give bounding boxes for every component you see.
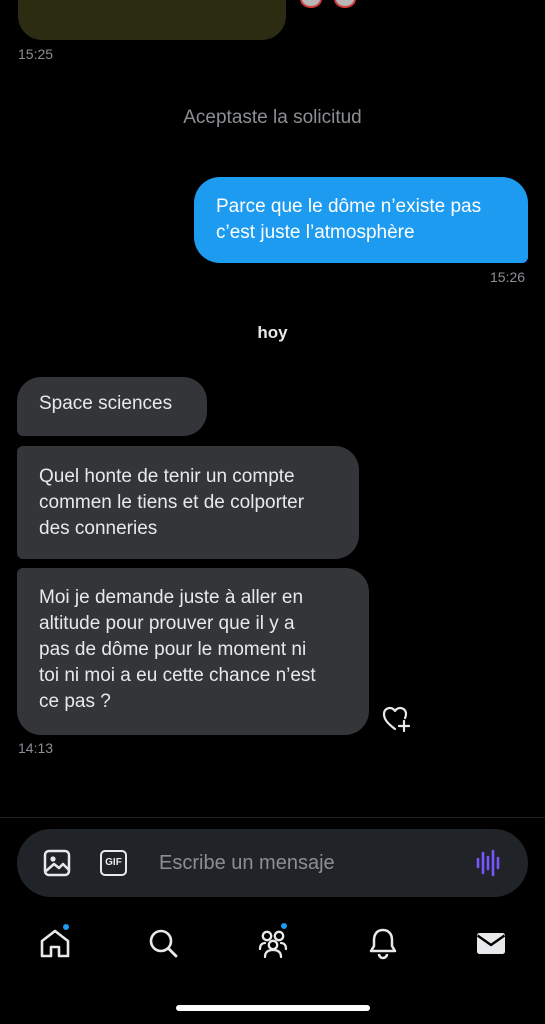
tab-communities[interactable] bbox=[256, 922, 290, 960]
image-icon bbox=[43, 849, 71, 877]
request-accepted-notice: Aceptaste la solicitud bbox=[183, 107, 362, 128]
emoji-icon bbox=[334, 0, 356, 8]
outgoing-timestamp: 15:26 bbox=[490, 269, 526, 285]
message-line: c’est juste l’atmosphère bbox=[216, 222, 415, 243]
emoji-icon bbox=[300, 0, 322, 8]
messages-icon bbox=[476, 933, 506, 954]
outgoing-message-bubble[interactable]: Parce que le dôme n’existe pas c’est jus… bbox=[194, 177, 528, 263]
voice-wave-icon bbox=[476, 849, 500, 877]
tab-messages[interactable] bbox=[474, 926, 508, 960]
incoming-message-bubble[interactable]: Moi je demande juste à aller en altitude… bbox=[17, 568, 369, 735]
search-icon bbox=[149, 929, 178, 958]
message-line: altitude pour prouver que il y a bbox=[39, 613, 295, 634]
previous-message-bubble[interactable] bbox=[18, 0, 286, 40]
tab-search[interactable] bbox=[146, 926, 180, 960]
notification-dot bbox=[62, 923, 70, 931]
message-input[interactable] bbox=[159, 843, 459, 883]
message-line: toi ni moi a eu cette chance n’est bbox=[39, 665, 316, 686]
voice-message-button[interactable] bbox=[474, 847, 504, 877]
tab-home[interactable] bbox=[38, 923, 72, 960]
incoming-timestamp: 14:13 bbox=[18, 740, 54, 756]
heart-plus-icon bbox=[382, 706, 411, 733]
message-line: Parce que le dôme n’existe pas bbox=[216, 196, 482, 217]
message-timestamp: 15:25 bbox=[18, 46, 54, 62]
incoming-message-bubble[interactable]: Quel honte de tenir un compte commen le … bbox=[17, 446, 359, 559]
composer-divider bbox=[0, 817, 545, 818]
message-line: Space sciences bbox=[39, 393, 173, 414]
gif-button[interactable]: GIF bbox=[100, 850, 127, 876]
message-line: des conneries bbox=[39, 518, 158, 539]
communities-icon bbox=[258, 930, 288, 959]
message-line: ce pas ? bbox=[39, 691, 111, 712]
image-button[interactable] bbox=[42, 848, 72, 878]
notification-dot bbox=[280, 922, 288, 930]
home-indicator[interactable] bbox=[176, 1005, 370, 1011]
add-reaction-button[interactable] bbox=[382, 705, 412, 733]
incoming-message-bubble[interactable]: Space sciences bbox=[17, 377, 207, 436]
message-line: pas de dôme pour le moment ni bbox=[39, 639, 307, 660]
message-composer: GIF bbox=[17, 829, 528, 897]
home-icon bbox=[40, 929, 70, 958]
message-line: Quel honte de tenir un compte bbox=[39, 466, 295, 487]
tab-notifications[interactable] bbox=[366, 926, 400, 960]
day-separator: hoy bbox=[257, 323, 288, 342]
bottom-tab-bar bbox=[0, 910, 545, 980]
message-line: Moi je demande juste à aller en bbox=[39, 587, 304, 608]
message-line: commen le tiens et de colporter bbox=[39, 492, 305, 513]
notifications-icon bbox=[369, 928, 397, 960]
